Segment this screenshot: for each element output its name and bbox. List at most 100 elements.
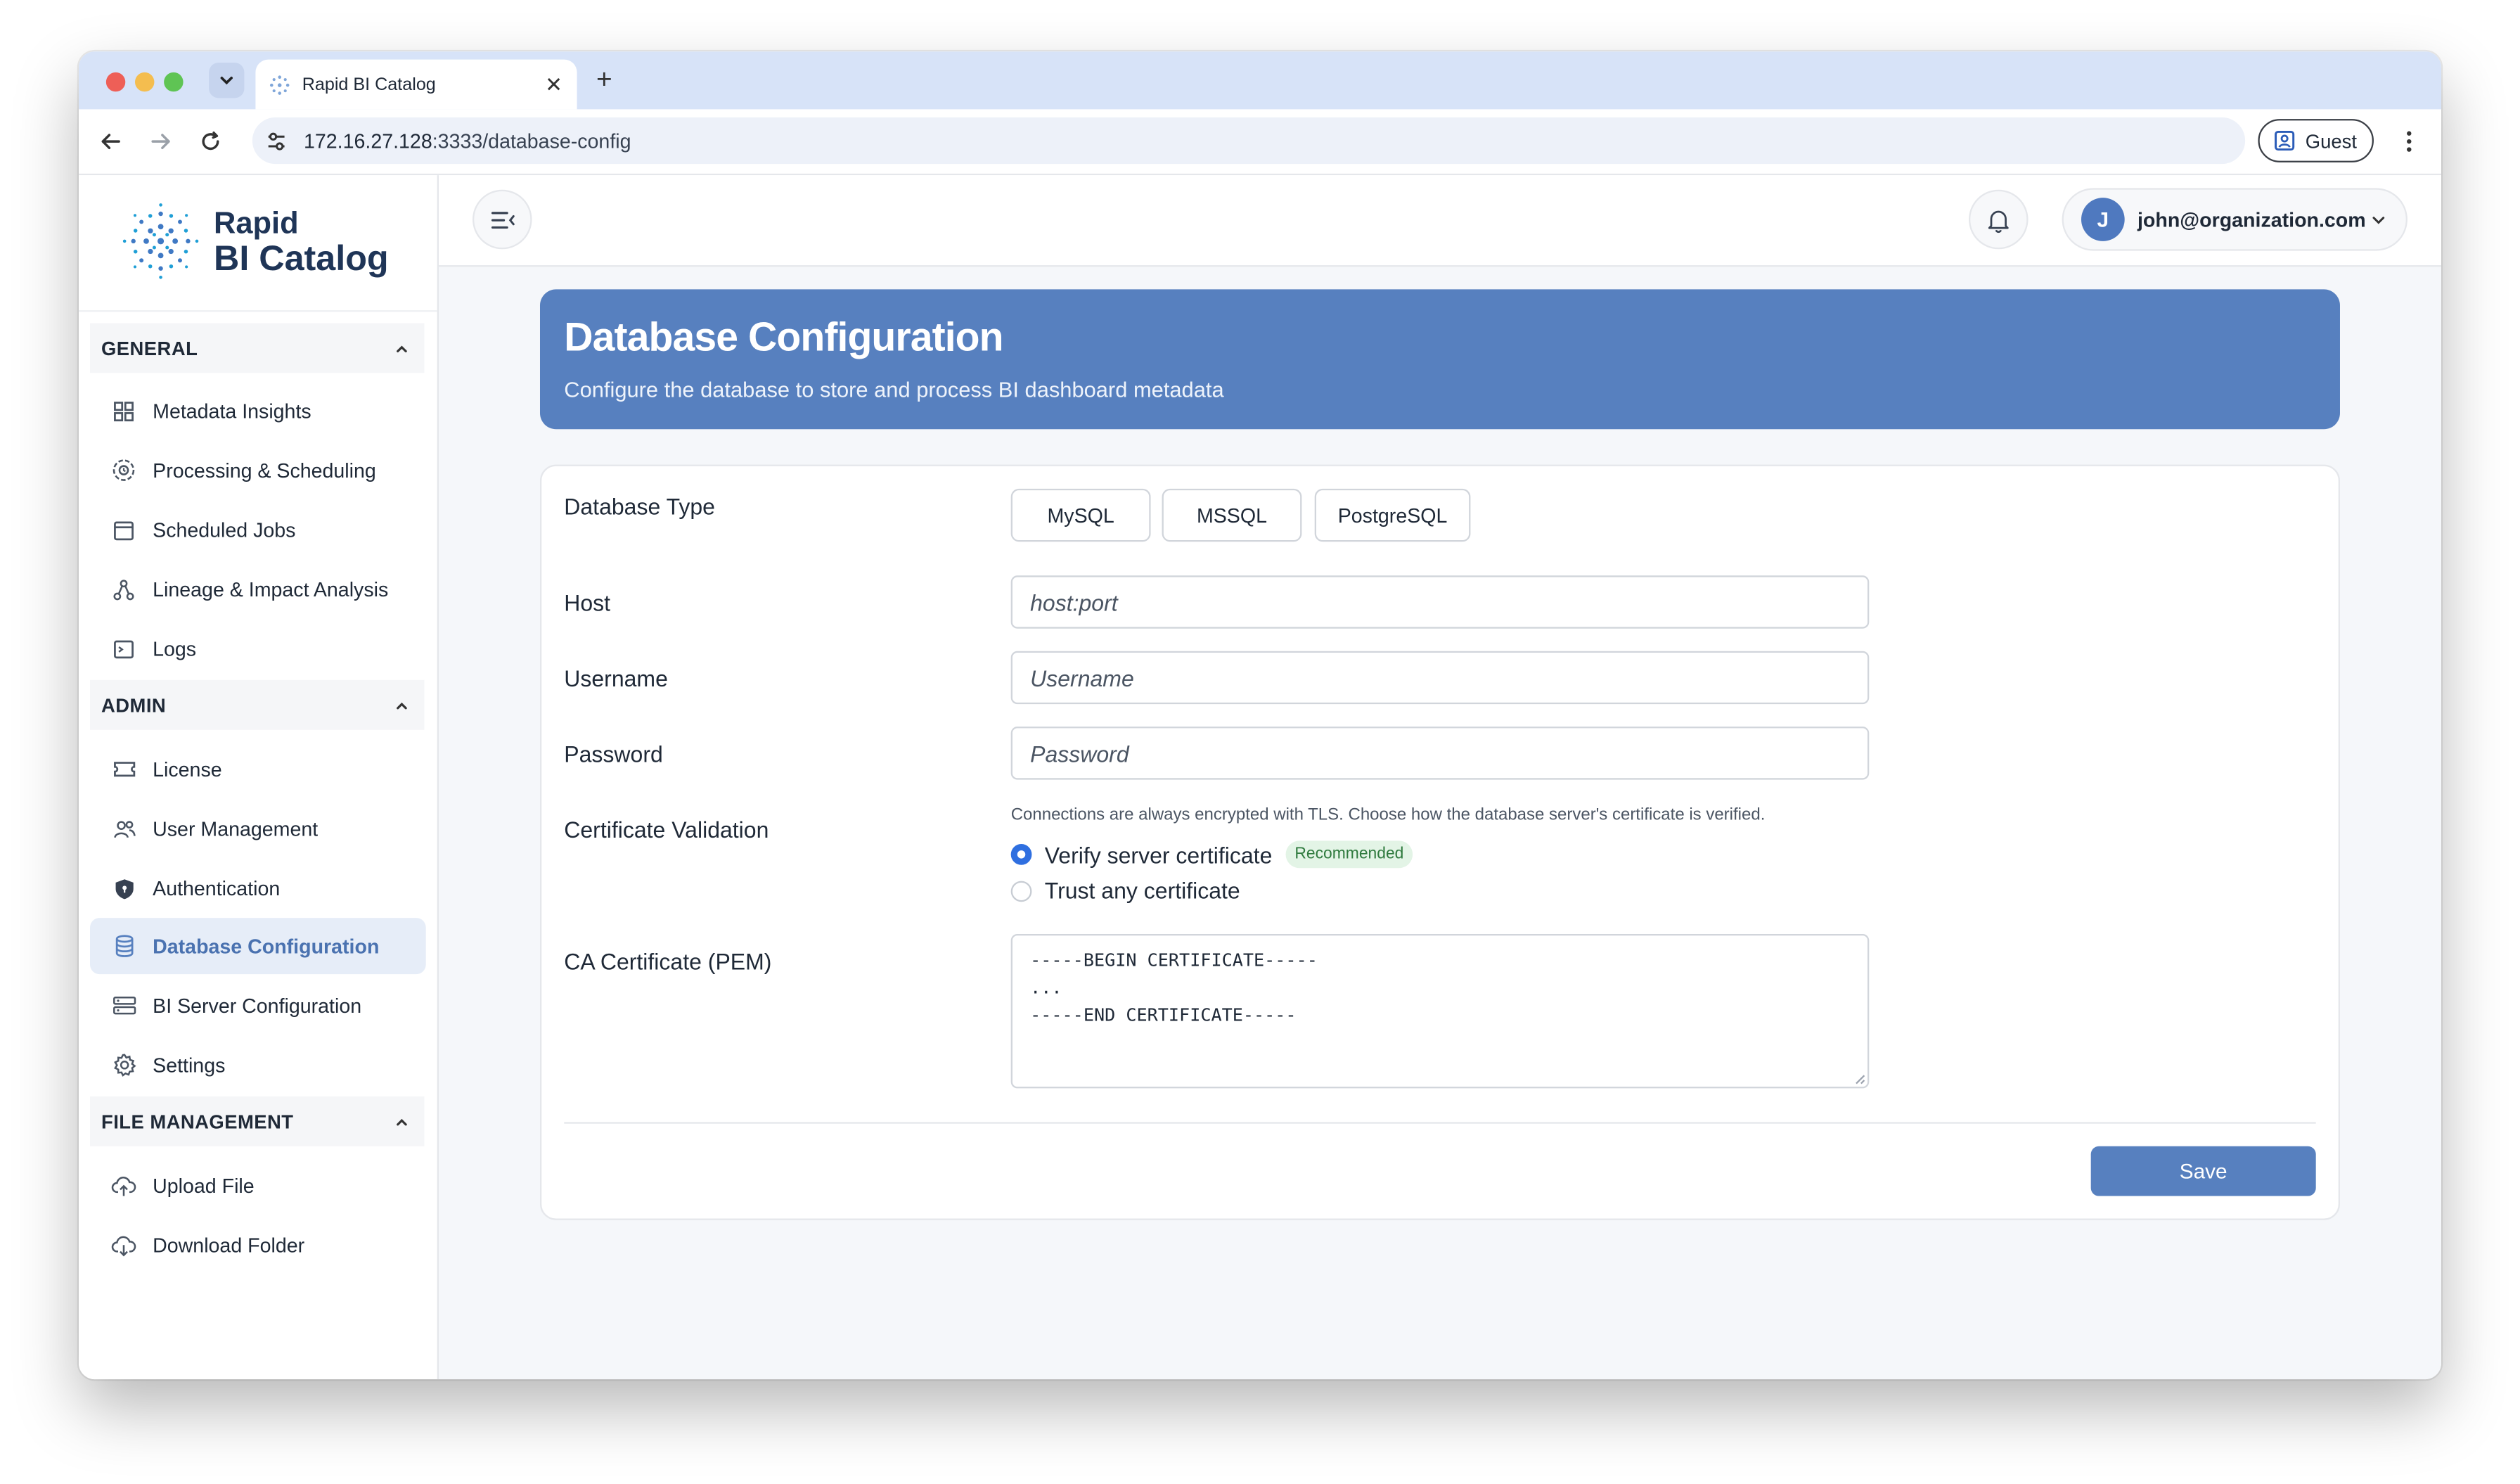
notifications-button[interactable] <box>1968 189 2029 250</box>
address-bar[interactable]: 172.16.27.128:3333/database-config <box>252 117 2246 165</box>
sidebar-item-bi-server-configuration[interactable]: BI Server Configuration <box>90 978 426 1034</box>
sidebar-item-download-folder[interactable]: Download Folder <box>90 1217 426 1273</box>
sidebar-item-database-configuration[interactable]: Database Configuration <box>89 918 426 975</box>
browser-tab-bar: Rapid BI Catalog ✕ + <box>78 51 2441 110</box>
password-label: Password <box>564 741 663 767</box>
ticket-icon <box>111 756 137 782</box>
radio-selected[interactable] <box>1010 843 1032 865</box>
browser-toolbar: 172.16.27.128:3333/database-config Guest <box>78 109 2441 176</box>
sidebar-item-logs[interactable]: Logs <box>90 620 426 677</box>
profile-icon <box>2275 130 2296 151</box>
app-logo[interactable]: Rapid BI Catalog <box>120 201 389 281</box>
user-menu-button[interactable]: J john@organization.com <box>2062 188 2408 251</box>
radio-unselected[interactable] <box>1010 880 1032 902</box>
ca-certificate-label: CA Certificate (PEM) <box>564 948 772 975</box>
sidebar-item-lineage-impact-analysis[interactable]: Lineage & Impact Analysis <box>90 561 426 618</box>
sidebar-toggle-button[interactable] <box>472 189 532 250</box>
username-input[interactable] <box>1010 651 1870 705</box>
section-header-admin[interactable]: ADMIN <box>89 679 425 730</box>
network-icon <box>111 576 137 602</box>
forward-button[interactable] <box>145 125 177 158</box>
sidebar-item-label: Logs <box>153 637 197 660</box>
resize-handle-icon[interactable] <box>1853 1073 1865 1085</box>
sidebar-item-authentication[interactable]: Authentication <box>90 860 426 916</box>
users-icon <box>111 816 137 842</box>
page-subtitle: Configure the database to store and proc… <box>564 378 1224 402</box>
dot-burst-logo-icon <box>122 203 199 279</box>
sidebar-item-label: Settings <box>153 1054 226 1077</box>
grid-icon <box>111 398 137 424</box>
browser-window: Rapid BI Catalog ✕ + 172.16.27.128:3333/… <box>78 51 2441 1380</box>
tab-search-button[interactable] <box>209 63 245 98</box>
tab-title: Rapid BI Catalog <box>302 75 436 94</box>
terminal-icon <box>111 636 137 662</box>
shield-icon <box>111 876 137 902</box>
db-type-mysql-button[interactable]: MySQL <box>1010 488 1151 542</box>
certificate-validation-label: Certificate Validation <box>564 817 769 843</box>
chevron-down-icon <box>220 77 233 85</box>
section-header-general[interactable]: GENERAL <box>89 323 425 373</box>
sidebar-item-license[interactable]: License <box>90 741 426 798</box>
sidebar-item-label: Lineage & Impact Analysis <box>153 577 389 601</box>
back-button[interactable] <box>95 125 127 158</box>
user-email: john@organization.com <box>2137 207 2366 231</box>
sidebar-item-label: Upload File <box>153 1174 255 1197</box>
section-title: GENERAL <box>101 336 198 359</box>
page-title: Database Configuration <box>564 314 1003 360</box>
ca-certificate-textarea[interactable]: -----BEGIN CERTIFICATE----- ... -----END… <box>1010 933 1870 1089</box>
sidebar-item-label: Scheduled Jobs <box>153 518 296 542</box>
db-type-postgresql-button[interactable]: PostgreSQL <box>1314 488 1471 542</box>
sidebar-item-settings[interactable]: Settings <box>90 1037 426 1093</box>
bell-icon <box>1988 210 2009 232</box>
logo-divider <box>78 310 437 312</box>
radio-label: Verify server certificate <box>1044 841 1273 868</box>
reload-button[interactable] <box>195 125 227 158</box>
sidebar-item-label: License <box>153 757 222 781</box>
sidebar-item-user-management[interactable]: User Management <box>90 800 426 857</box>
chevron-up-icon <box>397 701 407 709</box>
sidebar-item-scheduled-jobs[interactable]: Scheduled Jobs <box>90 501 426 558</box>
host-input[interactable] <box>1010 575 1870 629</box>
sidebar-item-processing-scheduling[interactable]: Processing & Scheduling <box>90 442 426 499</box>
trust-any-certificate-option[interactable]: Trust any certificate <box>1010 877 1240 904</box>
database-config-form: Database Type MySQL MSSQL PostgreSQL Hos… <box>539 464 2340 1220</box>
site-settings-icon[interactable] <box>265 129 288 152</box>
chevron-up-icon <box>397 1118 407 1125</box>
avatar: J <box>2081 198 2125 241</box>
password-input[interactable] <box>1010 727 1870 780</box>
sidebar-item-label: Processing & Scheduling <box>153 459 376 482</box>
app-root: Rapid BI Catalog GENERAL Metadata Insigh… <box>78 175 2441 1380</box>
recommended-badge: Recommended <box>1285 840 1414 869</box>
close-tab-icon[interactable]: ✕ <box>545 74 562 95</box>
sidebar-item-upload-file[interactable]: Upload File <box>90 1158 426 1214</box>
sidebar-item-metadata-insights[interactable]: Metadata Insights <box>90 383 426 439</box>
calendar-icon <box>111 517 137 543</box>
logo-wordmark: Rapid BI Catalog <box>213 207 389 279</box>
username-label: Username <box>564 665 668 691</box>
profile-guest-button[interactable]: Guest <box>2258 119 2374 162</box>
gear-icon <box>111 1052 137 1078</box>
section-title: ADMIN <box>101 693 167 717</box>
reload-icon <box>202 131 219 151</box>
section-header-file-management[interactable]: FILE MANAGEMENT <box>89 1096 425 1146</box>
logo-line-2: BI Catalog <box>213 238 389 279</box>
minimize-window-button[interactable] <box>134 72 155 92</box>
verify-certificate-option[interactable]: Verify server certificate Recommended <box>1010 840 1414 869</box>
db-type-mssql-button[interactable]: MSSQL <box>1162 488 1302 542</box>
save-button[interactable]: Save <box>2090 1146 2316 1196</box>
guest-label: Guest <box>2305 129 2357 152</box>
chevron-up-icon <box>397 345 407 352</box>
more-vertical-icon <box>2407 131 2412 152</box>
cycle-icon <box>111 457 137 483</box>
maximize-window-button[interactable] <box>164 72 184 92</box>
close-window-button[interactable] <box>105 72 126 92</box>
cloud-upload-icon <box>111 1172 137 1198</box>
browser-tab[interactable]: Rapid BI Catalog ✕ <box>255 59 577 110</box>
page-header-banner: Database Configuration Configure the dat… <box>539 289 2340 430</box>
browser-menu-button[interactable] <box>2396 127 2422 156</box>
radio-label: Trust any certificate <box>1044 877 1240 904</box>
new-tab-button[interactable]: + <box>596 64 612 96</box>
cloud-download-icon <box>111 1232 137 1258</box>
sidebar-item-label: BI Server Configuration <box>153 994 362 1017</box>
server-icon <box>111 992 137 1018</box>
